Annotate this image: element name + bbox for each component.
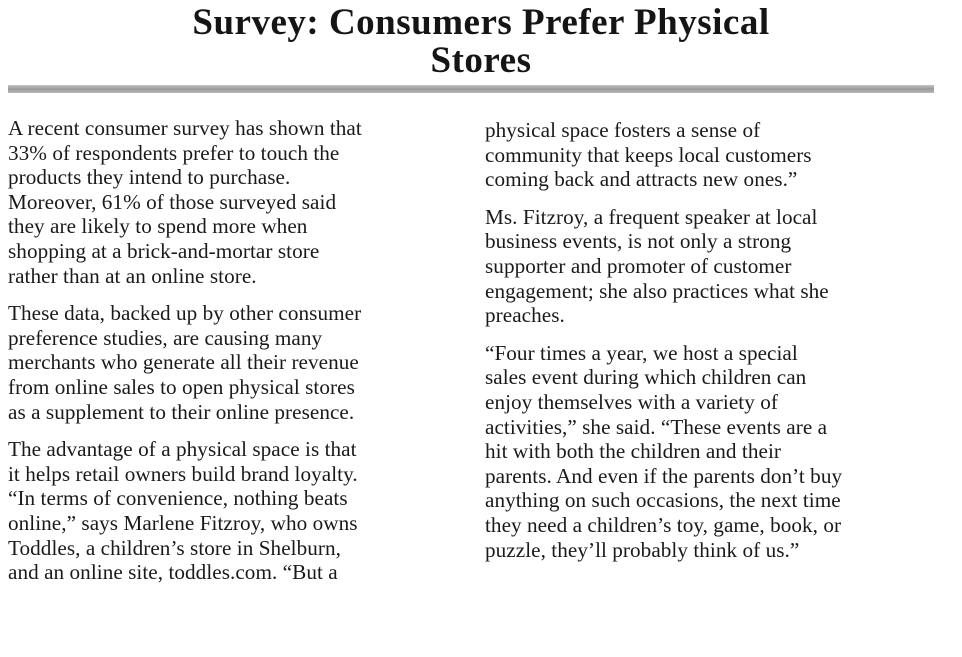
text-line: Moreover, 61% of those surveyed said bbox=[8, 189, 337, 214]
text-line: anything on such occasions, the next tim… bbox=[485, 488, 841, 513]
text-line: rather than at an online store. bbox=[8, 263, 257, 288]
paragraph-advantage: The advantage of a physical space is tha… bbox=[8, 437, 448, 585]
text-line: enjoy themselves with a variety of bbox=[485, 389, 778, 414]
text-line: preference studies, are causing many bbox=[8, 325, 323, 350]
paragraph-survey-results: A recent consumer survey has shown that … bbox=[8, 116, 448, 288]
article-headline: Survey: Consumers Prefer Physical Stores bbox=[0, 4, 962, 80]
headline-line: Survey: Consumers Prefer Physical bbox=[192, 2, 770, 43]
text-line: “In terms of convenience, nothing beats bbox=[8, 486, 348, 511]
text-line: and an online site, toddles.com. “But a bbox=[8, 560, 338, 585]
text-line: they are likely to spend more when bbox=[8, 214, 308, 239]
text-line: 33% of respondents prefer to touch the bbox=[8, 140, 340, 165]
paragraph-fitzroy: Ms. Fitzroy, a frequent speaker at local… bbox=[485, 205, 925, 328]
text-line: “Four times a year, we host a special bbox=[485, 340, 798, 365]
text-line: physical space fosters a sense of bbox=[485, 118, 761, 142]
text-line: from online sales to open physical store… bbox=[8, 374, 355, 399]
text-line: These data, backed up by other consumer bbox=[8, 301, 362, 326]
text-line: it helps retail owners build brand loyal… bbox=[8, 461, 358, 486]
text-line: parents. And even if the parents don’t b… bbox=[485, 463, 843, 488]
text-line: sales event during which children can bbox=[485, 365, 807, 390]
text-line: preaches. bbox=[485, 303, 565, 328]
headline-line: Stores bbox=[430, 40, 532, 81]
text-line: supporter and promoter of customer bbox=[485, 253, 792, 278]
headline-divider bbox=[8, 85, 934, 93]
text-line: puzzle, they’ll probably think of us.” bbox=[485, 537, 800, 562]
text-line: online,” says Marlene Fitzroy, who owns bbox=[8, 510, 358, 535]
text-line: community that keeps local customers bbox=[485, 142, 812, 167]
text-line: hit with both the children and their bbox=[485, 439, 782, 464]
paragraph-community: physical space fosters a sense of commun… bbox=[485, 118, 925, 192]
text-line: Toddles, a children’s store in Shelburn, bbox=[8, 535, 341, 560]
text-line: as a supplement to their online presence… bbox=[8, 399, 355, 424]
text-line: shopping at a brick-and-mortar store bbox=[8, 238, 320, 263]
paragraph-quote-events: “Four times a year, we host a special sa… bbox=[485, 341, 925, 562]
text-line: The advantage of a physical space is tha… bbox=[8, 437, 357, 462]
text-line: coming back and attracts new ones.” bbox=[485, 167, 798, 192]
text-line: products they intend to purchase. bbox=[8, 165, 291, 190]
text-line: A recent consumer survey has shown that bbox=[8, 116, 362, 140]
text-line: they need a children’s toy, game, book, … bbox=[485, 512, 842, 537]
text-line: activities,” she said. “These events are… bbox=[485, 414, 828, 439]
text-line: Ms. Fitzroy, a frequent speaker at local bbox=[485, 204, 818, 229]
paragraph-merchants: These data, backed up by other consumer … bbox=[8, 301, 448, 424]
text-line: engagement; she also practices what she bbox=[485, 278, 829, 303]
left-column: A recent consumer survey has shown that … bbox=[8, 116, 448, 598]
text-line: merchants who generate all their revenue bbox=[8, 350, 359, 375]
text-line: business events, is not only a strong bbox=[485, 229, 792, 254]
right-column: physical space fosters a sense of commun… bbox=[485, 118, 925, 575]
